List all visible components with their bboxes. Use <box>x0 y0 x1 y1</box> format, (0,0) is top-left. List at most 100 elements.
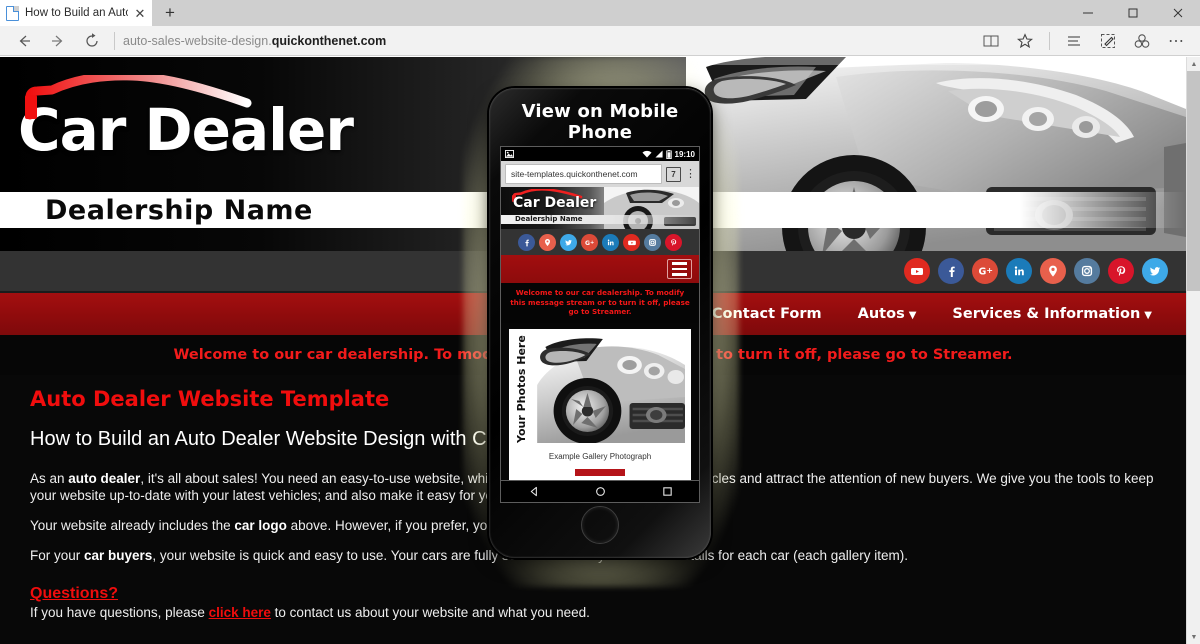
divider <box>114 31 115 50</box>
page-icon <box>6 5 19 21</box>
minimize-icon[interactable] <box>1065 0 1110 26</box>
mobile-logo-subtitle: Dealership Name <box>515 215 583 223</box>
phone-overlay-title: View on Mobile Phone <box>521 101 679 143</box>
text-bold: car logo <box>234 518 287 533</box>
status-time: 19:10 <box>674 149 695 159</box>
vertical-scrollbar[interactable]: ▲ ▼ <box>1186 57 1200 644</box>
googleplus-icon[interactable]: G + <box>972 258 998 284</box>
text-bold: car buyers <box>84 548 153 563</box>
refresh-icon[interactable] <box>76 27 108 55</box>
car-outline-icon <box>25 75 252 120</box>
new-tab-button[interactable]: + <box>152 0 188 26</box>
search-input[interactable]: auto-sales-website-design. quickonthenet.… <box>123 27 973 55</box>
more-icon[interactable]: ⋯ <box>1160 27 1192 55</box>
svg-text:G: G <box>585 239 590 246</box>
mobile-gallery: Your Photos Here Example Gallery Photogr… <box>501 322 699 484</box>
recents-square-icon[interactable] <box>662 486 673 497</box>
facebook-icon[interactable] <box>518 233 535 251</box>
site-logo[interactable]: Car Dealer <box>18 75 354 159</box>
window-controls <box>1065 0 1200 26</box>
chevron-down-icon: ▼ <box>908 310 917 321</box>
text: As an <box>30 471 69 486</box>
scroll-up-arrow-icon[interactable]: ▲ <box>1187 57 1200 71</box>
tab-title: How to Build an Auto D <box>25 7 128 19</box>
browser-titlebar: How to Build an Auto D ✕ + <box>0 0 1200 26</box>
text: Your website already includes the <box>30 518 235 533</box>
nav-item-services-information[interactable]: Services & Information ▼ <box>934 306 1170 322</box>
click-here-link[interactable]: click here <box>209 605 271 620</box>
mobile-logo-title: Car Dealer <box>513 195 597 211</box>
home-button[interactable] <box>581 506 619 544</box>
share-icon[interactable] <box>1126 27 1158 55</box>
gallery-card: Your Photos Here Example Gallery Photogr… <box>509 328 691 484</box>
text: For your <box>30 548 85 563</box>
divider <box>1049 31 1050 50</box>
reading-view-icon[interactable] <box>975 27 1007 55</box>
back-arrow-icon[interactable] <box>8 27 40 55</box>
car-photo <box>531 334 685 443</box>
url-prefix: auto-sales-website-design. <box>123 33 272 48</box>
hub-icon[interactable] <box>1058 27 1090 55</box>
mobile-browser-toolbar: site-templates.quickonthenet.com 7 ⋮ <box>501 161 699 187</box>
nav-label: Services & Information <box>952 306 1141 322</box>
tab-count-button[interactable]: 7 <box>666 166 681 182</box>
linkedin-icon[interactable] <box>1006 258 1032 284</box>
logo-subtitle: Dealership Name <box>45 195 313 226</box>
close-icon[interactable]: ✕ <box>134 7 146 20</box>
linkedin-icon[interactable] <box>602 233 619 251</box>
wifi-icon <box>641 150 652 158</box>
phone-screen: 19:10 site-templates.quickonthenet.com 7… <box>500 146 700 503</box>
scrollbar-thumb[interactable] <box>1187 71 1200 291</box>
pinterest-icon[interactable] <box>1108 258 1134 284</box>
close-icon[interactable] <box>1155 0 1200 26</box>
your-photos-here-label: Your Photos Here <box>515 334 528 443</box>
mobile-social-bar: G + <box>501 229 699 255</box>
battery-icon <box>665 149 672 159</box>
image-notification-icon <box>505 150 514 158</box>
text-bold: auto dealer <box>68 471 141 486</box>
instagram-icon[interactable] <box>1074 258 1100 284</box>
twitter-icon[interactable] <box>1142 258 1168 284</box>
chevron-down-icon: ▼ <box>1144 310 1152 321</box>
star-icon[interactable] <box>1009 27 1041 55</box>
twitter-icon[interactable] <box>560 233 577 251</box>
location-icon[interactable] <box>539 233 556 251</box>
browser-tab[interactable]: How to Build an Auto D ✕ <box>0 0 152 26</box>
nav-item-autos[interactable]: Autos ▼ <box>840 306 935 322</box>
overflow-menu-icon[interactable]: ⋮ <box>685 168 696 179</box>
mobile-streamer-message: Welcome to our car dealership. To modify… <box>501 283 699 323</box>
svg-text:+: + <box>986 266 993 275</box>
url-domain: quickonthenet.com <box>271 33 387 48</box>
forward-arrow-icon[interactable] <box>42 27 74 55</box>
location-icon[interactable] <box>1040 258 1066 284</box>
gallery-inner: Your Photos Here <box>515 334 685 443</box>
youtube-icon[interactable] <box>904 258 930 284</box>
browser-toolbar: auto-sales-website-design. quickonthenet.… <box>0 26 1200 56</box>
googleplus-icon[interactable]: G + <box>581 233 598 251</box>
questions-heading[interactable]: Questions? <box>30 585 118 603</box>
text: to contact us about your website and wha… <box>270 605 590 620</box>
home-circle-icon[interactable] <box>595 486 606 497</box>
mobile-url-input[interactable]: site-templates.quickonthenet.com <box>505 164 662 184</box>
gallery-caption: Example Gallery Photograph <box>548 451 652 461</box>
gallery-action-button[interactable] <box>575 468 625 476</box>
questions-line: If you have questions, please click here… <box>30 605 1156 620</box>
text: If you have questions, please <box>30 605 209 620</box>
web-note-icon[interactable] <box>1092 27 1124 55</box>
toolbar-actions: ⋯ <box>975 27 1192 55</box>
status-indicators: 19:10 <box>641 149 695 159</box>
hamburger-menu-icon[interactable] <box>667 259 692 279</box>
gallery-photo[interactable] <box>531 334 685 443</box>
pinterest-icon[interactable] <box>665 233 682 251</box>
instagram-icon[interactable] <box>644 233 661 251</box>
back-triangle-icon[interactable] <box>529 486 540 497</box>
maximize-icon[interactable] <box>1110 0 1155 26</box>
mobile-site-banner: Car Dealer Dealership Name <box>501 187 699 229</box>
mobile-phone-mockup: View on Mobile Phone 19:10 site-template… <box>489 88 711 558</box>
facebook-icon[interactable] <box>938 258 964 284</box>
android-navigation-bar <box>501 480 699 502</box>
scroll-down-arrow-icon[interactable]: ▼ <box>1187 630 1200 644</box>
mobile-site-navigation <box>501 255 699 283</box>
youtube-icon[interactable] <box>623 233 640 251</box>
android-status-bar: 19:10 <box>501 147 699 161</box>
